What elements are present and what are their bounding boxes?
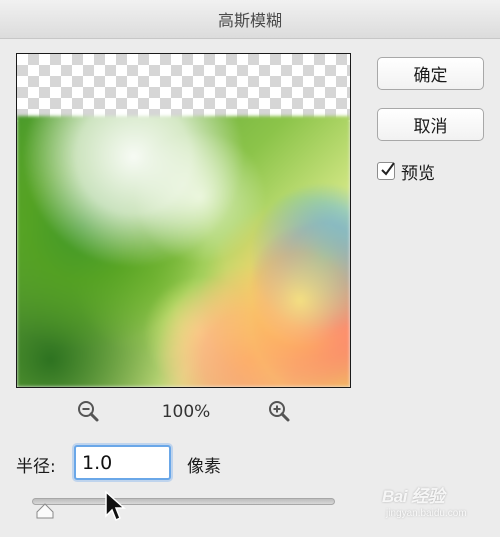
ok-button[interactable]: 确定 (377, 57, 484, 90)
zoom-controls: 100% (16, 398, 349, 426)
watermark-url: jingyan.baidu.com (386, 508, 467, 519)
watermark: Bai 经验 jingyan.baidu.com (382, 482, 497, 532)
title-bar[interactable]: 高斯模糊 (0, 0, 500, 39)
preview-checkbox[interactable] (377, 162, 395, 180)
radius-slider-thumb[interactable] (35, 503, 55, 519)
gaussian-blur-dialog: 高斯模糊 100% 确定 取消 预览 半径: 1.0 像素 Bai 经验 jin… (0, 0, 500, 537)
checkmark-icon (381, 162, 395, 176)
radius-label: 半径: (16, 457, 56, 477)
radius-input[interactable] (74, 445, 171, 480)
mouse-cursor-icon (104, 490, 126, 522)
watermark-logo: Bai 经验 (382, 487, 445, 506)
window-title: 高斯模糊 (217, 11, 282, 30)
preview-label: 预览 (401, 163, 435, 184)
preview-image (17, 116, 350, 387)
zoom-in-icon[interactable] (267, 399, 291, 423)
preview-toggle[interactable]: 预览 (377, 158, 435, 184)
zoom-out-icon[interactable] (76, 399, 100, 423)
radius-unit: 像素 (187, 457, 221, 477)
radius-row: 半径: 像素 (16, 444, 346, 482)
zoom-level: 100% (161, 402, 211, 422)
transparency-checkerboard (17, 54, 350, 122)
cancel-button[interactable]: 取消 (377, 108, 484, 141)
preview-area[interactable] (16, 53, 351, 388)
radius-slider-track[interactable] (32, 498, 335, 505)
